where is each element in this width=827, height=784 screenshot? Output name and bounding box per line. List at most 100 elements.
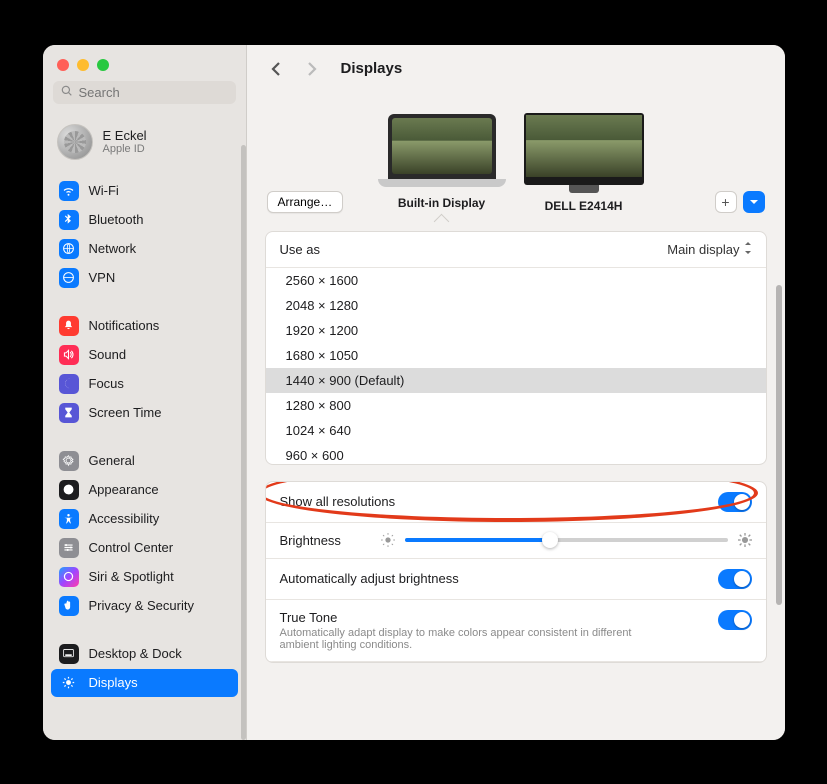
resolution-option[interactable]: 1440 × 900 (Default) <box>266 368 766 393</box>
sidebar-item-accessibility[interactable]: Accessibility <box>51 505 238 533</box>
apple-id-row[interactable]: E Eckel Apple ID <box>43 114 246 172</box>
arrange-button[interactable]: Arrange… <box>267 191 344 213</box>
sidebar-item-desktop-dock[interactable]: Desktop & Dock <box>51 640 238 668</box>
sidebar-item-label: Network <box>89 241 137 256</box>
true-tone-row: True Tone Automatically adapt display to… <box>266 600 766 662</box>
sun-bright-icon <box>738 533 752 547</box>
sidebar-item-bluetooth[interactable]: Bluetooth <box>51 206 238 234</box>
sidebar-item-label: Siri & Spotlight <box>89 569 174 584</box>
sidebar-item-label: Displays <box>89 675 138 690</box>
true-tone-toggle[interactable] <box>718 610 752 630</box>
brightness-slider[interactable] <box>405 538 728 542</box>
bt-icon <box>59 210 79 230</box>
sidebar-item-label: Sound <box>89 347 127 362</box>
auto-brightness-label: Automatically adjust brightness <box>280 571 459 586</box>
sliders-icon <box>59 538 79 558</box>
true-tone-desc: Automatically adapt display to make colo… <box>280 627 640 651</box>
sidebar-item-privacy-security[interactable]: Privacy & Security <box>51 592 238 620</box>
sidebar-item-network[interactable]: Network <box>51 235 238 263</box>
close-window-button[interactable] <box>57 59 69 71</box>
true-tone-label: True Tone <box>280 610 640 625</box>
sidebar-item-label: Appearance <box>89 482 159 497</box>
use-as-value: Main display <box>667 242 739 257</box>
resolution-option[interactable]: 960 × 600 <box>266 443 766 464</box>
display-label: Built-in Display <box>388 196 496 227</box>
sidebar-item-label: Accessibility <box>89 511 160 526</box>
sidebar-item-label: Focus <box>89 376 124 391</box>
chevron-updown-icon <box>744 242 752 257</box>
search-input[interactable] <box>79 85 228 100</box>
show-all-label: Show all resolutions <box>280 494 396 509</box>
sidebar-item-focus[interactable]: Focus <box>51 370 238 398</box>
vpn-icon <box>59 268 79 288</box>
gear-icon <box>59 451 79 471</box>
display-label: DELL E2414H <box>524 199 644 213</box>
search-field[interactable] <box>53 81 236 104</box>
moon-icon <box>59 374 79 394</box>
hourglass-icon <box>59 403 79 423</box>
access-icon <box>59 509 79 529</box>
auto-brightness-toggle[interactable] <box>718 569 752 589</box>
page-title: Displays <box>341 60 403 77</box>
dock-icon <box>59 644 79 664</box>
sun-icon <box>59 673 79 693</box>
sidebar-item-label: Bluetooth <box>89 212 144 227</box>
sidebar-item-label: Control Center <box>89 540 174 555</box>
sidebar-scrollbar[interactable] <box>241 145 246 740</box>
sidebar-item-control-center[interactable]: Control Center <box>51 534 238 562</box>
resolution-option[interactable]: 1920 × 1200 <box>266 318 766 343</box>
settings-window: E Eckel Apple ID Wi-Fi Bluetooth Network VP… <box>43 45 785 740</box>
display-thumb-builtin[interactable]: Built-in Display <box>388 114 496 213</box>
main-content: Displays Arrange… Built-in Display DELL … <box>247 45 785 740</box>
wifi-icon <box>59 181 79 201</box>
avatar <box>57 124 93 160</box>
brightness-label: Brightness <box>280 533 341 548</box>
resolution-option[interactable]: 1024 × 640 <box>266 418 766 443</box>
resolution-option[interactable]: 1280 × 800 <box>266 393 766 418</box>
sidebar-item-siri-spotlight[interactable]: Siri & Spotlight <box>51 563 238 591</box>
show-all-toggle[interactable] <box>718 492 752 512</box>
sidebar-item-sound[interactable]: Sound <box>51 341 238 369</box>
forward-button[interactable] <box>301 59 321 79</box>
resolution-option[interactable]: 2560 × 1600 <box>266 268 766 293</box>
appearance-icon <box>59 480 79 500</box>
use-as-row[interactable]: Use as Main display <box>266 232 766 268</box>
sidebar-item-displays[interactable]: Displays <box>51 669 238 697</box>
sidebar-item-general[interactable]: General <box>51 447 238 475</box>
display-menu-button[interactable] <box>743 191 765 213</box>
sidebar-item-vpn[interactable]: VPN <box>51 264 238 292</box>
globe-icon <box>59 239 79 259</box>
back-button[interactable] <box>267 59 287 79</box>
displays-row: Arrange… Built-in Display DELL E2414H + <box>247 89 785 223</box>
use-as-popup[interactable]: Main display <box>667 242 751 257</box>
sidebar-item-label: Screen Time <box>89 405 162 420</box>
header: Displays <box>247 45 785 89</box>
add-display-button[interactable]: + <box>715 191 737 213</box>
brightness-row: Brightness <box>266 523 766 559</box>
bell-icon <box>59 316 79 336</box>
sun-dim-icon <box>381 533 395 547</box>
main-scrollbar[interactable] <box>776 285 782 605</box>
use-as-label: Use as <box>280 242 320 257</box>
sound-icon <box>59 345 79 365</box>
sidebar-item-screen-time[interactable]: Screen Time <box>51 399 238 427</box>
sidebar-item-label: Notifications <box>89 318 160 333</box>
auto-brightness-row: Automatically adjust brightness <box>266 559 766 600</box>
resolution-list: 2560 × 16002048 × 12801920 × 12001680 × … <box>266 268 766 464</box>
sidebar: E Eckel Apple ID Wi-Fi Bluetooth Network VP… <box>43 45 247 740</box>
use-as-panel: Use as Main display 2560 × 16002048 × 12… <box>265 231 767 465</box>
resolution-option[interactable]: 1680 × 1050 <box>266 343 766 368</box>
sidebar-item-wi-fi[interactable]: Wi-Fi <box>51 177 238 205</box>
search-icon <box>61 85 73 100</box>
sidebar-item-label: Desktop & Dock <box>89 646 182 661</box>
sidebar-item-appearance[interactable]: Appearance <box>51 476 238 504</box>
zoom-window-button[interactable] <box>97 59 109 71</box>
sidebar-item-notifications[interactable]: Notifications <box>51 312 238 340</box>
monitor-icon <box>524 113 644 185</box>
display-thumb-external[interactable]: DELL E2414H <box>524 113 644 213</box>
window-controls <box>43 45 246 81</box>
resolution-option[interactable]: 2048 × 1280 <box>266 293 766 318</box>
laptop-icon <box>388 114 496 182</box>
options-panel: Show all resolutions Brightness Automati… <box>265 481 767 663</box>
minimize-window-button[interactable] <box>77 59 89 71</box>
